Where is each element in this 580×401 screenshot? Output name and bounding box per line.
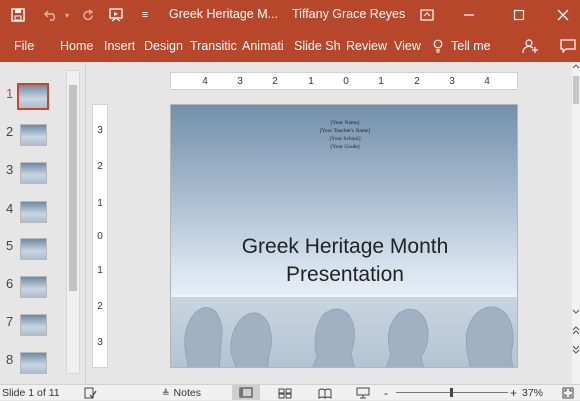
tell-me-label: Tell me <box>451 39 491 53</box>
thumbnail-image <box>20 352 47 374</box>
thumbnail-number: 4 <box>6 201 14 216</box>
thumbnail-slide-2[interactable]: 2 <box>0 124 66 158</box>
thumbnail-number: 3 <box>6 162 14 177</box>
placeholder-name: [Your Name] <box>330 120 360 126</box>
slide-canvas[interactable]: [Your Name] [Your Teacher's Name] [Your … <box>170 104 518 368</box>
minimize-icon[interactable] <box>458 0 480 30</box>
redo-icon[interactable] <box>78 0 98 30</box>
tab-review[interactable]: Review <box>346 30 387 62</box>
thumbnail-slide-6[interactable]: 6 <box>0 276 66 310</box>
slide-title[interactable]: Greek Heritage Month Presentation <box>171 233 517 289</box>
slide-show-view-icon[interactable] <box>356 385 370 401</box>
thumbnail-number: 7 <box>6 314 14 329</box>
ruler-label: 1 <box>308 76 314 87</box>
undo-icon[interactable] <box>40 0 62 30</box>
ribbon-tabs: File Home Insert Design Transitic Animat… <box>0 30 580 62</box>
ruler-label: 2 <box>414 76 420 87</box>
thumbnail-slide-3[interactable]: 3 <box>0 162 66 196</box>
tell-me-button[interactable]: Tell me <box>432 30 491 62</box>
thumbnail-image <box>20 162 47 184</box>
ruler-label: 4 <box>202 76 208 87</box>
tab-file[interactable]: File <box>14 30 34 62</box>
reading-view-icon[interactable] <box>318 385 332 401</box>
slide-title-line-1: Greek Heritage Month <box>241 235 449 258</box>
document-title: Greek Heritage M... <box>169 7 279 21</box>
fit-to-window-icon[interactable] <box>562 385 574 401</box>
customize-toolbar-icon[interactable]: ≡ <box>138 0 152 30</box>
thumbnail-image <box>20 201 47 223</box>
ruler-label: 0 <box>97 231 103 242</box>
ruler-label: 0 <box>343 76 349 87</box>
tab-animations[interactable]: Animati <box>242 30 288 62</box>
slide-sorter-icon[interactable] <box>278 385 292 401</box>
ruler-label: 3 <box>97 125 103 136</box>
tab-insert[interactable]: Insert <box>104 30 135 62</box>
ribbon-display-options-icon[interactable] <box>416 0 438 30</box>
vertical-ruler: 3 2 1 0 1 2 3 <box>92 104 108 368</box>
spell-check-icon[interactable] <box>84 385 97 401</box>
ruler-label: 2 <box>97 301 103 312</box>
thumbnail-image <box>20 314 47 336</box>
placeholder-teacher: [Your Teacher's Name] <box>319 128 371 134</box>
ruler-label: 3 <box>97 337 103 348</box>
normal-view-icon[interactable] <box>232 385 260 400</box>
notes-button[interactable]: ≜ Notes <box>162 385 201 401</box>
thumbnail-slide-7[interactable]: 7 <box>0 314 66 348</box>
start-from-beginning-icon[interactable] <box>106 0 128 30</box>
save-icon[interactable] <box>8 0 28 30</box>
thumbnail-number: 5 <box>6 238 14 253</box>
tab-home[interactable]: Home <box>60 30 93 62</box>
notes-label: Notes <box>173 386 201 399</box>
ruler-label: 2 <box>97 161 103 172</box>
editor-vertical-scrollbar[interactable] <box>572 62 580 384</box>
slide-thumbnail-pane: 1 2 3 4 5 6 7 8 <box>0 62 86 384</box>
ruler-label: 3 <box>449 76 455 87</box>
share-icon[interactable] <box>520 30 540 62</box>
placeholder-grade: [Your Grade] <box>330 144 360 150</box>
thumbnail-image <box>20 276 47 298</box>
slide-title-line-2: Presentation <box>286 263 404 286</box>
thumbnail-number: 6 <box>6 276 14 291</box>
thumbnail-scrollbar[interactable] <box>66 70 80 374</box>
ruler-label: 3 <box>237 76 243 87</box>
undo-dropdown-icon[interactable]: ▾ <box>62 0 72 30</box>
ruler-label: 2 <box>272 76 278 87</box>
zoom-slider-handle[interactable] <box>450 388 453 397</box>
greek-busts-image <box>171 295 517 367</box>
slide-counter: Slide 1 of 11 <box>2 386 60 399</box>
thumbnail-slide-8[interactable]: 8 <box>0 352 66 386</box>
thumbnail-image <box>17 83 49 110</box>
thumbnail-number: 2 <box>6 124 14 139</box>
tab-transitions[interactable]: Transitic <box>190 30 238 62</box>
title-bar: ▾ ≡ Greek Heritage M... Tiffany Grace Re… <box>0 0 580 30</box>
tab-slide-show[interactable]: Slide Sh <box>294 30 340 62</box>
thumbnail-slide-5[interactable]: 5 <box>0 238 66 272</box>
lightbulb-icon <box>433 39 443 53</box>
placeholder-block[interactable]: [Your Name] [Your Teacher's Name] [Your … <box>171 119 517 151</box>
comments-icon[interactable] <box>558 30 578 62</box>
tab-design[interactable]: Design <box>144 30 183 62</box>
close-icon[interactable] <box>552 0 574 30</box>
maximize-icon[interactable] <box>508 0 530 30</box>
placeholder-school: [Your School] <box>329 136 361 142</box>
ruler-label: 4 <box>484 76 490 87</box>
thumbnail-image <box>20 238 47 260</box>
thumbnail-number: 8 <box>6 352 14 367</box>
ruler-label: 1 <box>378 76 384 87</box>
ruler-label: 1 <box>97 265 103 276</box>
horizontal-ruler: 4 3 2 1 0 1 2 3 4 <box>170 72 518 90</box>
thumbnail-number: 1 <box>6 86 14 101</box>
thumbnail-slide-4[interactable]: 4 <box>0 201 66 235</box>
thumbnail-scrollbar-thumb[interactable] <box>69 85 77 291</box>
zoom-level[interactable]: 37% <box>522 385 543 401</box>
notes-chevron-icon: ≜ <box>162 387 170 398</box>
tab-view[interactable]: View <box>394 30 421 62</box>
thumbnail-image <box>20 124 47 146</box>
thumbnail-slide-1[interactable]: 1 <box>0 83 66 120</box>
zoom-out-button[interactable]: - <box>384 385 388 401</box>
zoom-in-button[interactable]: + <box>510 385 517 401</box>
user-name[interactable]: Tiffany Grace Reyes <box>292 0 405 30</box>
ruler-label: 1 <box>97 198 103 209</box>
status-bar: Slide 1 of 11 ≜ Notes - + 37% <box>0 384 580 400</box>
